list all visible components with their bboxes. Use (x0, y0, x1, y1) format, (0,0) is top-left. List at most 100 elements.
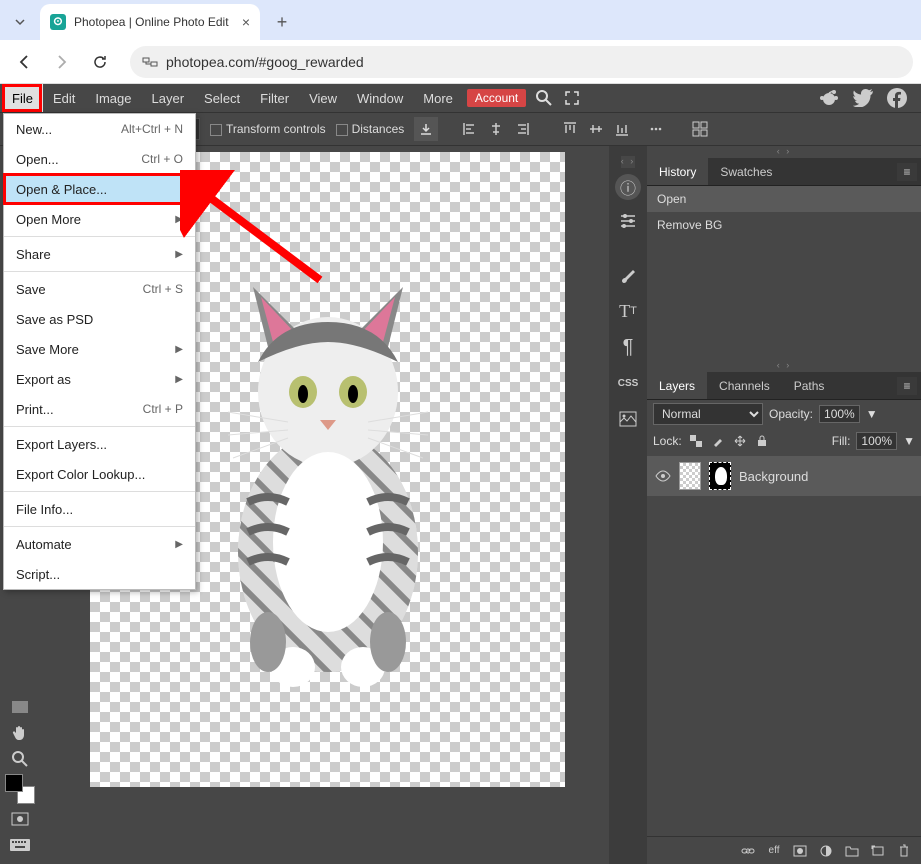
menu-window[interactable]: Window (347, 84, 413, 112)
align-left-icon[interactable] (458, 117, 482, 141)
transform-controls-checkbox[interactable]: Transform controls (210, 122, 326, 136)
lock-position-icon[interactable] (732, 433, 748, 449)
quickmask-icon[interactable] (6, 808, 34, 830)
tab-layers[interactable]: Layers (647, 372, 707, 399)
facebook-icon[interactable] (887, 88, 907, 108)
tab-search-dropdown[interactable] (2, 4, 38, 40)
panel-drag-handle[interactable]: ‹ › (647, 146, 921, 158)
align-middle-icon[interactable] (584, 117, 608, 141)
menu-new[interactable]: New... Alt+Ctrl + N (4, 114, 195, 144)
download-icon[interactable] (414, 117, 438, 141)
layers-panel-menu-icon[interactable]: ≡ (897, 377, 917, 395)
search-icon[interactable] (534, 88, 554, 108)
layer-row[interactable]: Background (647, 456, 921, 496)
foreground-color-swatch[interactable] (5, 774, 23, 792)
history-item[interactable]: Remove BG (647, 212, 921, 238)
menu-save[interactable]: Save Ctrl + S (4, 274, 195, 304)
menu-image[interactable]: Image (85, 84, 141, 112)
keyboard-icon[interactable] (6, 834, 34, 856)
fill-label: Fill: (832, 434, 851, 448)
delete-layer-icon[interactable] (895, 842, 913, 860)
menu-open-more[interactable]: Open More ▶ (4, 204, 195, 234)
close-tab-icon[interactable]: × (242, 14, 250, 30)
menu-export-layers[interactable]: Export Layers... (4, 429, 195, 459)
reddit-icon[interactable] (819, 88, 839, 108)
menu-edit[interactable]: Edit (43, 84, 85, 112)
browser-navbar: photopea.com/#goog_rewarded (0, 40, 921, 84)
lock-transparency-icon[interactable] (688, 433, 704, 449)
address-bar[interactable]: photopea.com/#goog_rewarded (130, 46, 913, 78)
menu-save-as-psd[interactable]: Save as PSD (4, 304, 195, 334)
adjustments-icon[interactable] (613, 206, 643, 236)
forward-button[interactable] (46, 46, 78, 78)
browser-tab[interactable]: ⵙ Photopea | Online Photo Edit × (40, 4, 260, 40)
align-top-icon[interactable] (558, 117, 582, 141)
menu-filter[interactable]: Filter (250, 84, 299, 112)
new-folder-icon[interactable] (843, 842, 861, 860)
grid-toggle-icon[interactable] (688, 117, 712, 141)
fullscreen-icon[interactable] (562, 88, 582, 108)
account-button[interactable]: Account (467, 89, 526, 107)
align-bottom-icon[interactable] (610, 117, 634, 141)
hand-tool-icon[interactable] (6, 722, 34, 744)
menu-share[interactable]: Share ▶ (4, 239, 195, 269)
menu-view[interactable]: View (299, 84, 347, 112)
layers-controls: Normal Opacity: 100% ▼ (647, 400, 921, 428)
menu-open-and-place[interactable]: Open & Place... (4, 174, 195, 204)
thumbnail-panel-icon[interactable] (613, 404, 643, 434)
blend-mode-select[interactable]: Normal (653, 403, 763, 425)
menu-print[interactable]: Print... Ctrl + P (4, 394, 195, 424)
lock-pixels-icon[interactable] (710, 433, 726, 449)
new-layer-icon[interactable] (869, 842, 887, 860)
layer-name[interactable]: Background (739, 469, 808, 484)
menu-automate[interactable]: Automate ▶ (4, 529, 195, 559)
reload-button[interactable] (84, 46, 116, 78)
fill-value[interactable]: 100% (856, 432, 897, 450)
color-swatches[interactable] (5, 774, 35, 804)
character-panel-icon[interactable]: TT (613, 296, 643, 326)
tab-channels[interactable]: Channels (707, 372, 782, 399)
tab-swatches[interactable]: Swatches (708, 158, 784, 185)
menu-select[interactable]: Select (194, 84, 250, 112)
menu-script[interactable]: Script... (4, 559, 195, 589)
distances-checkbox[interactable]: Distances (336, 122, 405, 136)
layer-effects-icon[interactable]: eff (765, 842, 783, 860)
menu-save-more[interactable]: Save More ▶ (4, 334, 195, 364)
link-layers-icon[interactable] (739, 842, 757, 860)
panel-handle-top[interactable]: ‹ › (621, 156, 636, 168)
brush-panel-icon[interactable] (613, 260, 643, 290)
tab-history[interactable]: History (647, 158, 708, 185)
adjustment-layer-icon[interactable] (817, 842, 835, 860)
align-right-icon[interactable] (510, 117, 534, 141)
history-panel-menu-icon[interactable]: ≡ (897, 163, 917, 181)
layer-mask-thumbnail[interactable] (709, 462, 731, 490)
panel-drag-handle[interactable]: ‹ › (647, 360, 921, 372)
layer-visibility-icon[interactable] (655, 470, 671, 482)
menu-file-info[interactable]: File Info... (4, 494, 195, 524)
fill-dropdown-icon[interactable]: ▼ (903, 434, 915, 448)
lock-all-icon[interactable] (754, 433, 770, 449)
css-panel-icon[interactable]: CSS (613, 368, 643, 398)
menu-export-color-lookup[interactable]: Export Color Lookup... (4, 459, 195, 489)
layer-mask-icon[interactable] (791, 842, 809, 860)
menu-export-as[interactable]: Export as ▶ (4, 364, 195, 394)
align-center-h-icon[interactable] (484, 117, 508, 141)
back-button[interactable] (8, 46, 40, 78)
new-tab-button[interactable]: + (268, 8, 296, 36)
menu-file[interactable]: File (2, 84, 43, 112)
site-info-icon[interactable] (142, 55, 158, 69)
layer-thumbnail[interactable] (679, 462, 701, 490)
history-item[interactable]: Open (647, 186, 921, 212)
menu-open[interactable]: Open... Ctrl + O (4, 144, 195, 174)
zoom-tool-icon[interactable] (6, 748, 34, 770)
paragraph-panel-icon[interactable]: ¶ (613, 332, 643, 362)
rectangle-tool-icon[interactable] (6, 696, 34, 718)
twitter-icon[interactable] (853, 88, 873, 108)
info-icon[interactable]: ⓘ (615, 174, 641, 200)
more-options-icon[interactable] (644, 117, 668, 141)
opacity-value[interactable]: 100% (819, 405, 860, 423)
tab-paths[interactable]: Paths (782, 372, 837, 399)
menu-more[interactable]: More (413, 84, 463, 112)
opacity-dropdown-icon[interactable]: ▼ (866, 407, 878, 421)
menu-layer[interactable]: Layer (142, 84, 195, 112)
